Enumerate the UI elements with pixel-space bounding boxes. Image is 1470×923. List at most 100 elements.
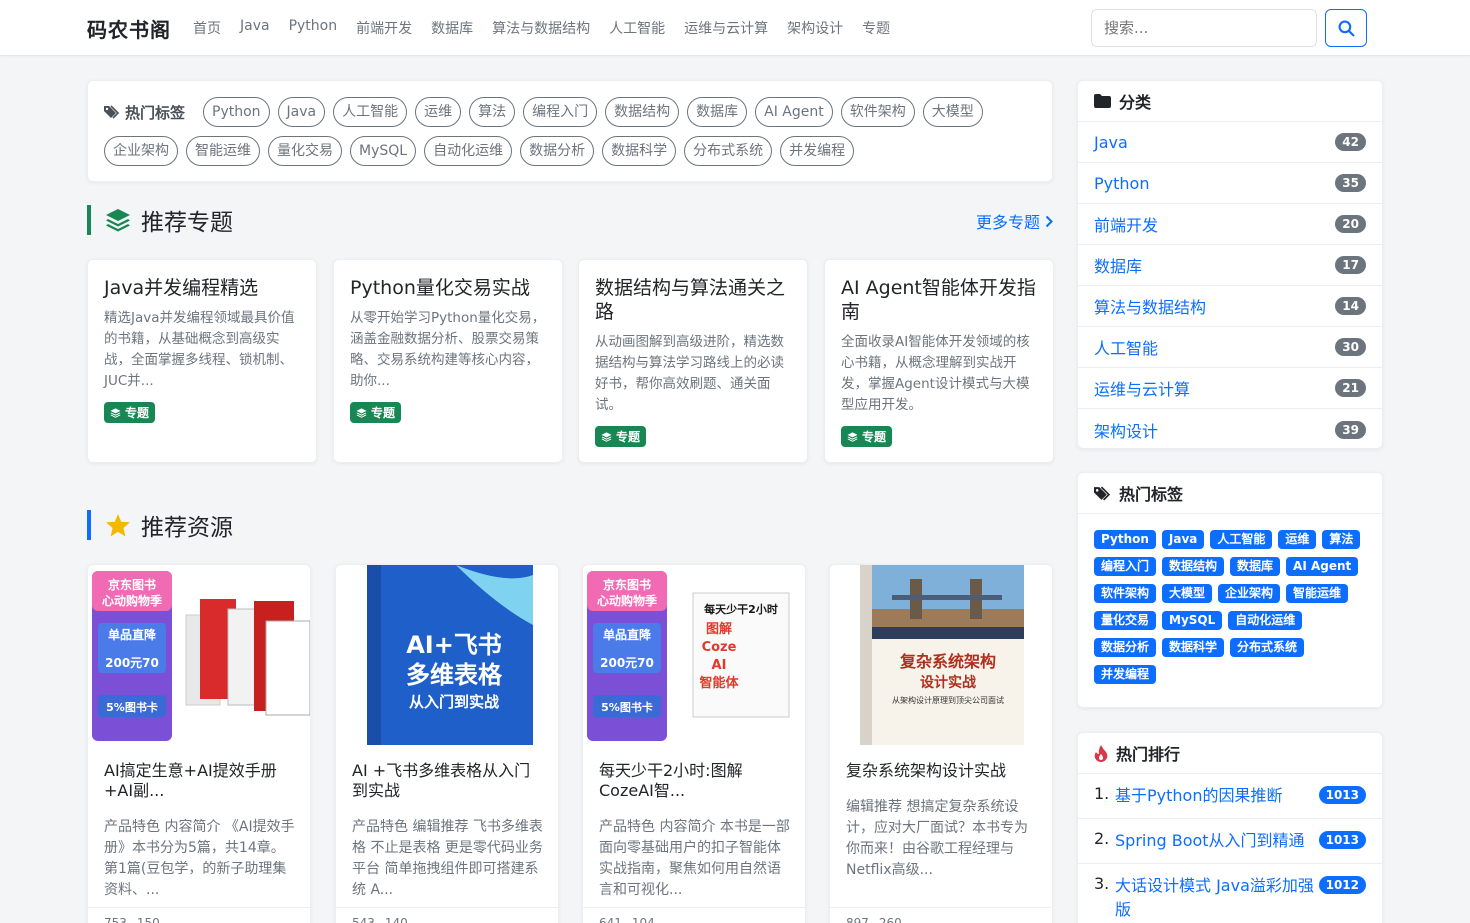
side-tag[interactable]: 数据库 [1230, 557, 1281, 576]
topic-title[interactable]: 数据结构与算法通关之路 [595, 276, 791, 324]
book-cover-image[interactable]: 京东图书 心动购物季 单品直降 200元70 5%图书卡 每天少干2小时 图解 … [583, 565, 806, 745]
resource-card[interactable]: 复杂系统架构 设计实战 从架构设计原理到顶尖公司面试 复杂系统架构设计实战 编辑… [829, 564, 1053, 923]
topic-badge: 专题 [104, 402, 156, 423]
nav-item-frontend[interactable]: 前端开发 [356, 18, 412, 38]
nav-item-algorithms[interactable]: 算法与数据结构 [492, 18, 590, 38]
ranking-item[interactable]: 2. Spring Boot从入门到精通 1013 [1078, 819, 1382, 864]
side-tag[interactable]: 算法 [1322, 530, 1361, 549]
resource-title[interactable]: AI搞定生意+AI提效手册+AI副... [104, 761, 298, 801]
tag-pill[interactable]: 数据结构 [605, 97, 680, 127]
rank-title[interactable]: 大话设计模式 Java溢彩加强版 [1115, 874, 1319, 922]
side-tag[interactable]: 数据科学 [1162, 638, 1225, 657]
side-tag[interactable]: AI Agent [1286, 557, 1359, 576]
resource-title[interactable]: 复杂系统架构设计实战 [846, 761, 1040, 781]
topic-title[interactable]: Java并发编程精选 [104, 276, 300, 300]
category-name[interactable]: 人工智能 [1094, 335, 1158, 359]
side-tag[interactable]: MySQL [1162, 611, 1223, 630]
nav-item-devops[interactable]: 运维与云计算 [684, 18, 768, 38]
category-item[interactable]: 人工智能 30 [1078, 327, 1382, 368]
topic-card[interactable]: AI Agent智能体开发指南 全面收录AI智能体开发领域的核心书籍，从概念理解… [824, 259, 1054, 463]
nav-item-java[interactable]: Java [240, 18, 270, 38]
topic-badge: 专题 [350, 402, 402, 423]
tag-pill[interactable]: 企业架构 [104, 136, 178, 166]
category-name[interactable]: 数据库 [1094, 253, 1142, 277]
topic-card[interactable]: Java并发编程精选 精选Java并发编程领域最具价值的书籍，从基础概念到高级实… [87, 259, 317, 463]
nav-item-topics[interactable]: 专题 [862, 18, 890, 38]
tag-pill[interactable]: 自动化运维 [424, 136, 513, 166]
resource-title[interactable]: AI +飞书多维表格从入门到实战 [352, 761, 546, 801]
category-name[interactable]: Python [1094, 174, 1149, 193]
side-tag[interactable]: 分布式系统 [1230, 638, 1305, 657]
tag-pill[interactable]: AI Agent [755, 97, 833, 127]
side-tag[interactable]: 数据结构 [1162, 557, 1225, 576]
tag-pill[interactable]: MySQL [350, 136, 417, 166]
side-tag[interactable]: 并发编程 [1094, 665, 1157, 684]
tag-pill[interactable]: 编程入门 [523, 97, 598, 127]
category-item[interactable]: 运维与云计算 21 [1078, 368, 1382, 409]
tag-pill[interactable]: Java [277, 97, 326, 127]
category-name[interactable]: 架构设计 [1094, 418, 1158, 442]
side-tag[interactable]: 运维 [1278, 530, 1317, 549]
category-name[interactable]: Java [1094, 133, 1128, 152]
category-item[interactable]: 架构设计 39 [1078, 409, 1382, 450]
side-tag[interactable]: Java [1161, 530, 1205, 549]
tag-pill[interactable]: Python [203, 97, 270, 127]
side-tag[interactable]: 编程入门 [1094, 557, 1157, 576]
search-input[interactable] [1091, 9, 1317, 47]
more-topics-link[interactable]: 更多专题 [976, 209, 1053, 233]
topic-card[interactable]: Python量化交易实战 从零开始学习Python量化交易，涵盖金融数据分析、股… [333, 259, 563, 463]
tag-pill[interactable]: 软件架构 [840, 97, 915, 127]
nav-item-architecture[interactable]: 架构设计 [787, 18, 843, 38]
category-name[interactable]: 运维与云计算 [1094, 376, 1190, 400]
nav-item-ai[interactable]: 人工智能 [609, 18, 665, 38]
topic-card[interactable]: 数据结构与算法通关之路 从动画图解到高级进阶，精选数据结构与算法学习路线上的必读… [578, 259, 808, 463]
topic-title[interactable]: Python量化交易实战 [350, 276, 546, 300]
nav-item-python[interactable]: Python [289, 18, 338, 38]
category-item[interactable]: 数据库 17 [1078, 245, 1382, 286]
tag-pill[interactable]: 算法 [469, 97, 516, 127]
book-cover-image[interactable]: 复杂系统架构 设计实战 从架构设计原理到顶尖公司面试 [830, 565, 1053, 745]
category-item[interactable]: Java 42 [1078, 122, 1382, 163]
tag-pill[interactable]: 数据分析 [520, 136, 595, 166]
side-tag[interactable]: 软件架构 [1094, 584, 1157, 603]
category-name[interactable]: 算法与数据结构 [1094, 294, 1206, 318]
tag-pill[interactable]: 量化交易 [268, 136, 342, 166]
category-name[interactable]: 前端开发 [1094, 212, 1158, 236]
ranking-item[interactable]: 1. 基于Python的因果推断 1013 [1078, 774, 1382, 819]
cover-text: 心动购物季 [597, 593, 658, 608]
tag-pill[interactable]: 分布式系统 [684, 136, 773, 166]
nav-item-home[interactable]: 首页 [193, 18, 221, 38]
tag-pill[interactable]: 运维 [415, 97, 462, 127]
ranking-item[interactable]: 3. 大话设计模式 Java溢彩加强版 1012 [1078, 864, 1382, 923]
side-tag[interactable]: 数据分析 [1094, 638, 1157, 657]
resource-card[interactable]: 京东图书 心动购物季 单品直降 200元70 5%图书卡 AI搞定生意+AI提效… [87, 564, 311, 923]
site-brand[interactable]: 码农书阁 [87, 14, 171, 43]
side-tag[interactable]: 智能运维 [1286, 584, 1349, 603]
category-count: 35 [1335, 174, 1366, 192]
category-item[interactable]: 算法与数据结构 14 [1078, 286, 1382, 327]
book-cover-image[interactable]: AI+飞书 多维表格 从入门到实战 [336, 565, 559, 745]
side-tag[interactable]: Python [1094, 530, 1156, 549]
tag-pill[interactable]: 大模型 [922, 97, 983, 127]
tag-pill[interactable]: 数据科学 [602, 136, 677, 166]
search-button[interactable] [1325, 9, 1367, 47]
resource-card[interactable]: AI+飞书 多维表格 从入门到实战 AI +飞书多维表格从入门到实战 产品特色 … [335, 564, 559, 923]
rank-title[interactable]: Spring Boot从入门到精通 [1115, 829, 1319, 853]
side-tag[interactable]: 量化交易 [1094, 611, 1157, 630]
category-item[interactable]: Python 35 [1078, 163, 1382, 204]
side-tag[interactable]: 人工智能 [1210, 530, 1273, 549]
resource-card[interactable]: 京东图书 心动购物季 单品直降 200元70 5%图书卡 每天少干2小时 图解 … [582, 564, 806, 923]
rank-title[interactable]: 基于Python的因果推断 [1115, 784, 1319, 808]
tag-pill[interactable]: 数据库 [687, 97, 748, 127]
category-item[interactable]: 前端开发 20 [1078, 204, 1382, 245]
topic-title[interactable]: AI Agent智能体开发指南 [841, 276, 1037, 324]
side-tag[interactable]: 自动化运维 [1228, 611, 1303, 630]
nav-item-database[interactable]: 数据库 [431, 18, 473, 38]
tag-pill[interactable]: 智能运维 [186, 136, 260, 166]
tag-pill[interactable]: 人工智能 [333, 97, 408, 127]
tag-pill[interactable]: 并发编程 [780, 136, 855, 166]
resource-title[interactable]: 每天少干2小时:图解CozeAI智... [599, 761, 793, 801]
book-cover-image[interactable]: 京东图书 心动购物季 单品直降 200元70 5%图书卡 [88, 565, 311, 745]
side-tag[interactable]: 企业架构 [1218, 584, 1281, 603]
side-tag[interactable]: 大模型 [1162, 584, 1213, 603]
